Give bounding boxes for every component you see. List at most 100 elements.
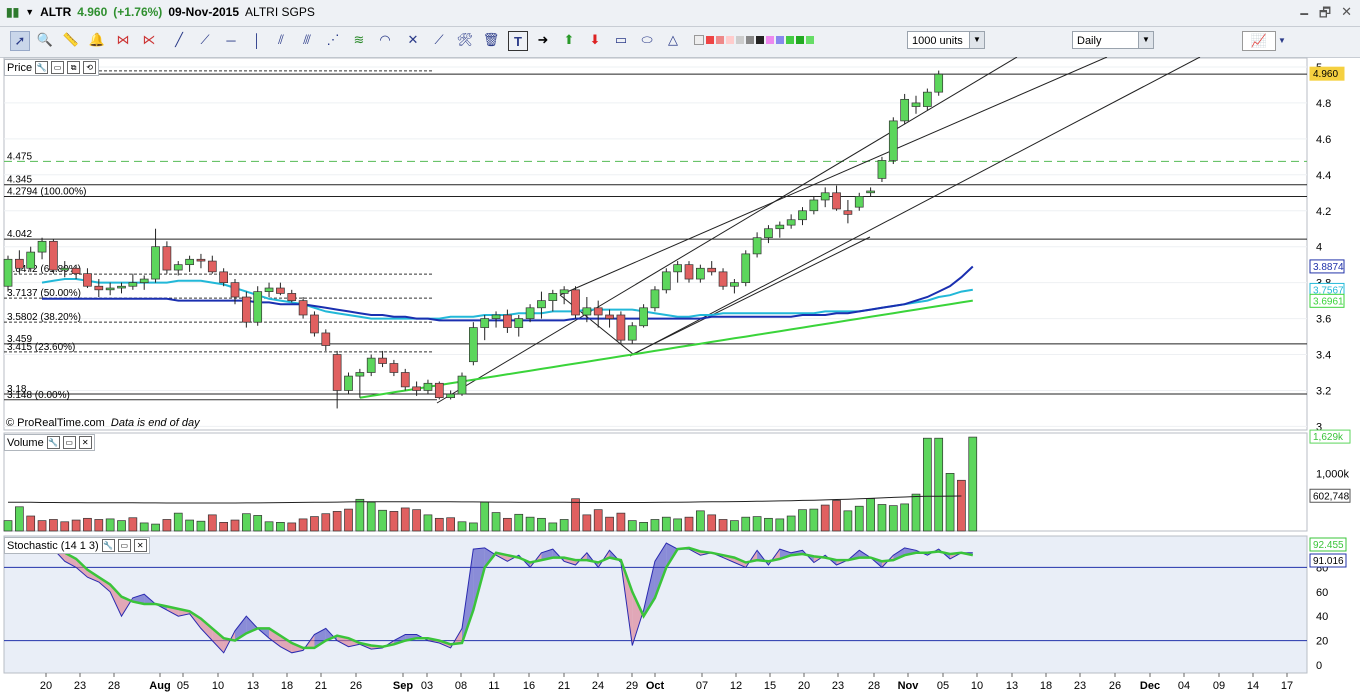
maximize-icon[interactable]: 🗗 xyxy=(1319,4,1331,26)
symbol-label[interactable]: ALTR xyxy=(40,5,71,19)
volume-bar xyxy=(582,514,592,532)
units-value: 1000 units xyxy=(912,35,963,47)
volume-bar xyxy=(741,516,751,532)
volume-bar xyxy=(730,520,739,532)
volume-bar xyxy=(242,513,251,532)
x-tick-label: 18 xyxy=(1040,680,1052,692)
hline-icon[interactable]: ─ xyxy=(222,31,240,49)
candle xyxy=(571,289,580,316)
volume-bar xyxy=(922,437,932,532)
settings-dropdown-icon[interactable]: ▼ xyxy=(1276,31,1288,49)
title-bar: ▮▮ ▼ ALTR 4.960 (+1.76%) 09-Nov-2015 ALT… xyxy=(0,0,1360,27)
ray-icon[interactable]: ⟋ xyxy=(196,31,214,49)
x-tick-label: 26 xyxy=(1109,680,1121,692)
wrench-icon[interactable]: 🔧 xyxy=(46,436,60,449)
candle xyxy=(786,219,796,226)
alarm-icon[interactable]: 🔔 xyxy=(88,31,106,49)
candle xyxy=(423,382,433,391)
menu-arrow-icon[interactable]: ▼ xyxy=(25,7,34,17)
candle xyxy=(877,160,887,179)
fib-fan-icon[interactable]: ⋉ xyxy=(140,31,158,49)
tools-icon[interactable]: 🛠 xyxy=(456,31,474,49)
candle xyxy=(71,267,81,275)
x-tick-label: 28 xyxy=(868,680,880,692)
window-icon[interactable]: ▭ xyxy=(117,539,131,552)
stoch-tick-label: 20 xyxy=(1316,636,1328,648)
arrow-up-icon[interactable]: ⬆ xyxy=(560,31,578,49)
trend-icon[interactable]: ⟋ xyxy=(430,31,448,49)
pointer-icon[interactable]: ➚ xyxy=(10,31,30,51)
units-select[interactable]: 1000 units ▼ xyxy=(907,31,985,49)
window-icon[interactable]: ▭ xyxy=(62,436,76,449)
candle xyxy=(650,289,660,309)
trash-icon[interactable]: 🗑 xyxy=(482,31,500,49)
volume-panel-header: Volume 🔧 ▭ ✕ xyxy=(4,434,95,451)
restore-icon[interactable]: ⟲ xyxy=(83,61,97,74)
wrench-icon[interactable]: 🔧 xyxy=(35,61,49,74)
minimize-icon[interactable]: 🗕 xyxy=(1300,4,1309,26)
candle xyxy=(616,314,626,341)
chart-area[interactable]: 4.9786 (161.80%)4.4754.3454.2794 (100.00… xyxy=(0,57,1360,697)
chart-settings-icon[interactable]: 📈 xyxy=(1242,31,1276,51)
wrench-icon[interactable]: 🔧 xyxy=(101,539,115,552)
fibonacci-icon[interactable]: ⋈ xyxy=(114,31,132,49)
x-tick-label: 17 xyxy=(1281,680,1293,692)
volume-bar xyxy=(673,518,683,532)
volume-bar xyxy=(480,501,490,532)
last-price: 4.960 xyxy=(77,5,108,19)
volume-bar xyxy=(162,519,172,532)
close-icon[interactable]: ✕ xyxy=(1341,4,1352,26)
volume-bar xyxy=(287,522,297,532)
price-marker-label: 3.8874 xyxy=(1313,262,1344,273)
volume-bar xyxy=(491,512,501,532)
x-tick-label: Dec xyxy=(1140,680,1160,692)
parallel-icon[interactable]: ⫻ xyxy=(298,31,316,49)
arc-icon[interactable]: ◠ xyxy=(376,31,394,49)
fan-icon[interactable]: ⋰ xyxy=(324,31,342,49)
volume-bar xyxy=(832,500,841,532)
price-panel-title: Price xyxy=(7,61,33,74)
window-icon[interactable]: ▭ xyxy=(51,61,65,74)
line-icon[interactable]: ╱ xyxy=(170,31,188,49)
arrow-down-icon[interactable]: ⬇ xyxy=(586,31,604,49)
volume-bar xyxy=(888,505,898,532)
close-icon[interactable]: ✕ xyxy=(78,436,92,449)
x-tick-label: 20 xyxy=(40,680,52,692)
candle xyxy=(752,237,762,255)
volume-panel xyxy=(3,432,1308,532)
candle xyxy=(888,120,898,161)
x-tick-label: Sep xyxy=(393,680,413,692)
candle xyxy=(412,386,421,391)
ruler-icon[interactable]: 📏 xyxy=(62,31,80,49)
data-note-text: Data is end of day xyxy=(110,417,200,429)
color-palette[interactable] xyxy=(694,31,834,49)
volume-bar xyxy=(366,501,376,532)
level-label: 3.148 (0.00%) xyxy=(7,390,70,401)
x-tick-label: 20 xyxy=(798,680,810,692)
cross-icon[interactable]: ✕ xyxy=(404,31,422,49)
period-select[interactable]: Daily ▼ xyxy=(1072,31,1154,49)
copy-icon[interactable]: ⧉ xyxy=(67,61,81,74)
rectangle-icon[interactable]: ▭ xyxy=(612,31,630,49)
close-icon[interactable]: ✕ xyxy=(133,539,147,552)
regression-icon[interactable]: ≋ xyxy=(350,31,368,49)
zoom-icon[interactable]: 🔍 xyxy=(36,31,54,49)
ellipse-icon[interactable]: ⬭ xyxy=(638,31,656,49)
volume-bar xyxy=(548,522,558,532)
x-tick-label: 18 xyxy=(281,680,293,692)
candle xyxy=(514,318,524,328)
candle xyxy=(775,224,785,230)
triangle-icon[interactable]: △ xyxy=(664,31,682,49)
x-tick-label: 26 xyxy=(350,680,362,692)
stoch-tick-label: 40 xyxy=(1316,611,1328,623)
channel-icon[interactable]: ⫽ xyxy=(272,31,290,49)
candle xyxy=(730,282,739,287)
volume-bar xyxy=(446,517,455,532)
candle xyxy=(264,287,274,292)
candle xyxy=(49,240,58,271)
vline-icon[interactable]: │ xyxy=(248,31,266,49)
x-tick-label: 12 xyxy=(730,680,742,692)
volume-bar xyxy=(310,516,319,532)
arrow-right-icon[interactable]: ➜ xyxy=(534,31,552,49)
text-icon[interactable]: T xyxy=(508,31,528,51)
